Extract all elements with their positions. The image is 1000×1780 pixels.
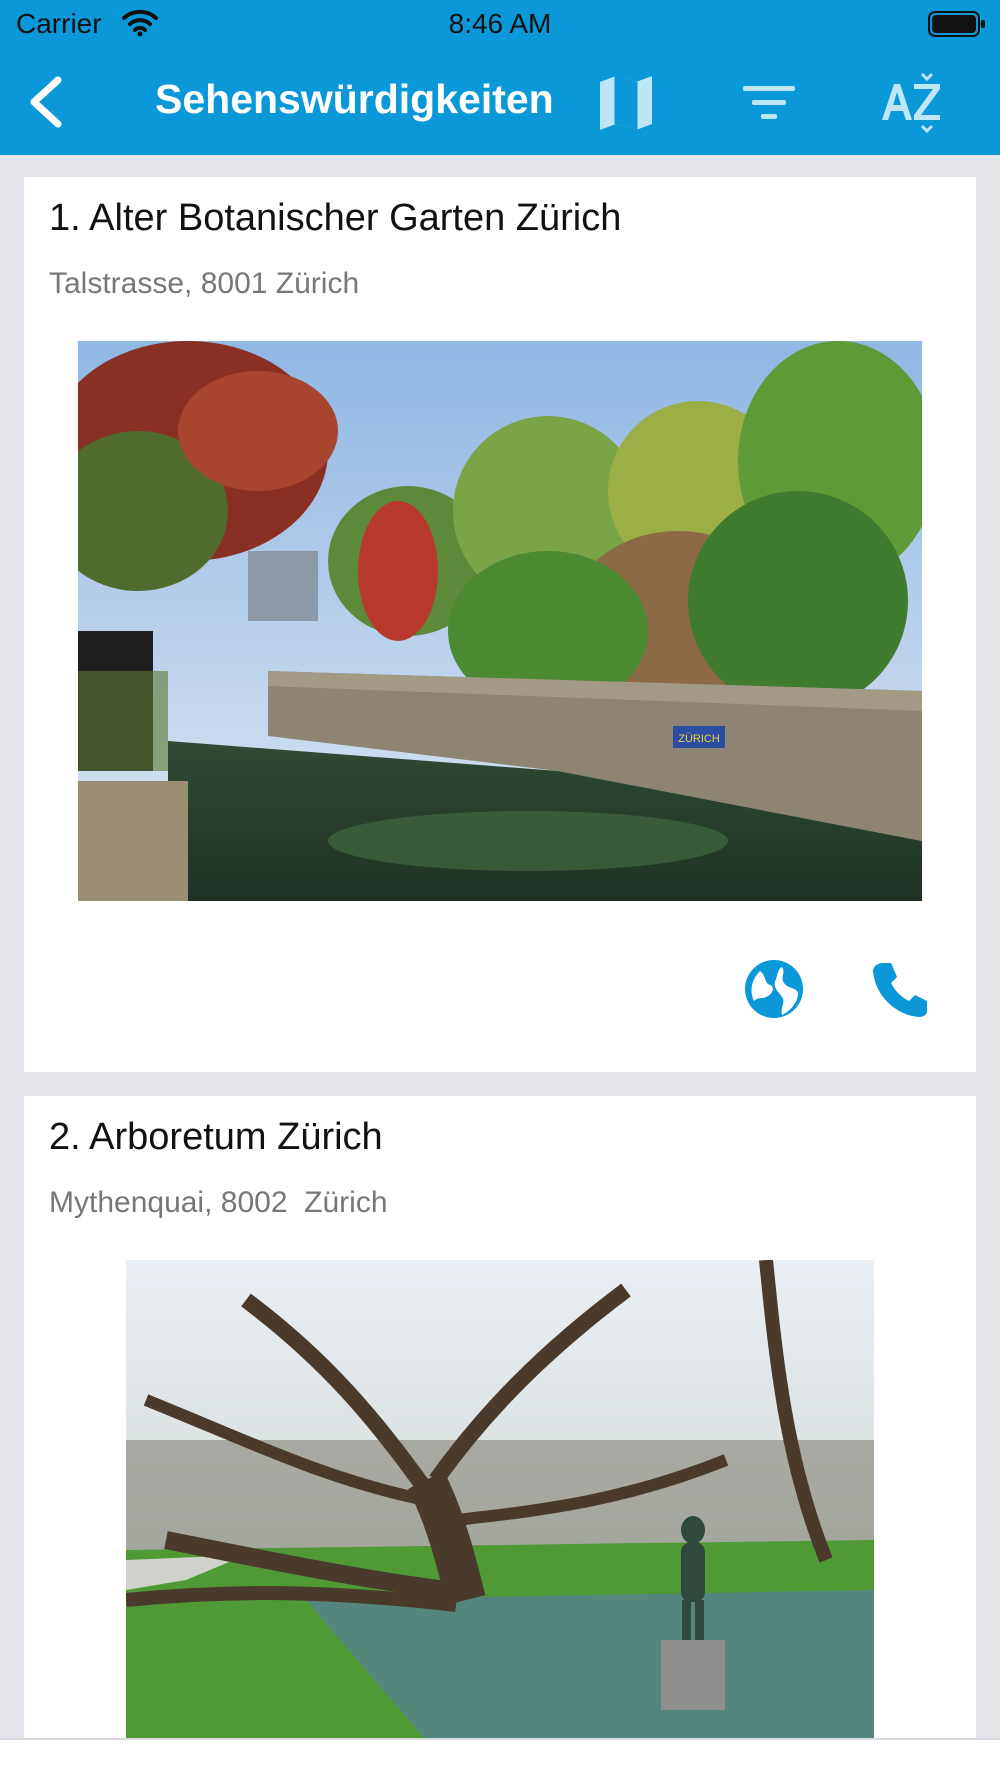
sights-list[interactable]: 1. Alter Botanischer Garten Zürich Talst… — [0, 155, 1000, 1738]
item-title: 2. Arboretum Zürich — [49, 1116, 383, 1158]
back-button[interactable] — [20, 70, 76, 134]
battery-icon — [928, 10, 986, 38]
chevron-left-icon — [30, 76, 62, 128]
phone-button[interactable] — [867, 957, 931, 1021]
page-title: Sehenswürdigkeiten — [155, 76, 554, 122]
status-time: 8:46 AM — [448, 8, 552, 39]
item-photo[interactable]: ZÜRICH — [78, 341, 922, 901]
sort-az-button[interactable] — [878, 70, 946, 136]
photo-sign-text: ZÜRICH — [678, 733, 720, 745]
item-address: Mythenquai, 8002 Zürich — [49, 1186, 388, 1219]
bottom-edge — [0, 1738, 1000, 1780]
website-button[interactable] — [742, 957, 806, 1021]
phone-icon — [873, 963, 927, 1017]
item-photo[interactable] — [126, 1260, 874, 1738]
list-item[interactable]: 2. Arboretum Zürich Mythenquai, 8002 Zür… — [24, 1096, 976, 1738]
item-actions — [24, 957, 976, 1037]
map-button[interactable] — [592, 70, 660, 136]
navigation-bar: Sehenswürdigkeiten — [0, 52, 1000, 155]
filter-button[interactable] — [735, 70, 803, 136]
map-icon — [600, 76, 652, 130]
item-title: 1. Alter Botanischer Garten Zürich — [49, 197, 622, 239]
item-address: Talstrasse, 8001 Zürich — [49, 267, 360, 300]
list-item[interactable]: 1. Alter Botanischer Garten Zürich Talst… — [24, 177, 976, 1072]
filter-icon — [743, 86, 795, 119]
status-bar: Carrier 8:46 AM — [0, 0, 1000, 52]
globe-icon — [745, 960, 803, 1018]
top-bar: Carrier 8:46 AM Sehenswürdigkeiten — [0, 0, 1000, 155]
sort-az-icon — [882, 72, 940, 134]
